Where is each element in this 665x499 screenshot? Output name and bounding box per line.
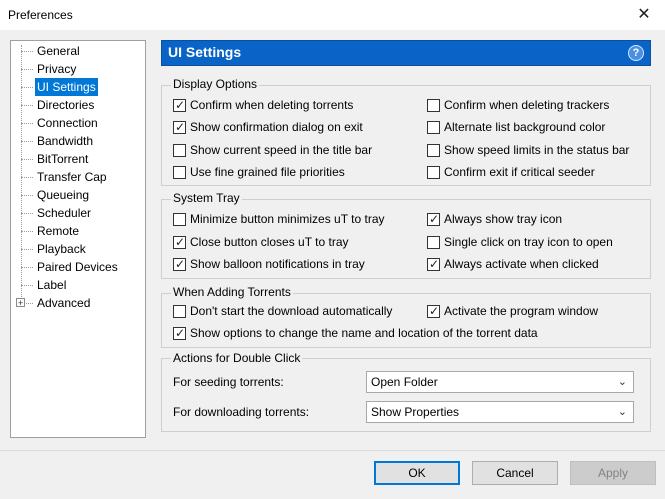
checkmark-icon: ✓ — [429, 257, 440, 271]
checkbox-box: ✓ — [173, 120, 186, 134]
checkmark-icon: ✓ — [175, 257, 186, 271]
checkbox-box: ✓ — [173, 235, 186, 249]
section-header: UI Settings ? — [161, 40, 651, 66]
checkbox-label: Confirm when deleting torrents — [190, 98, 354, 112]
checkbox-box — [173, 144, 186, 157]
checkbox-box — [173, 305, 186, 318]
dialog-footer — [0, 450, 665, 499]
checkbox-label: Show speed limits in the status bar — [444, 143, 630, 157]
checkbox-label: Confirm exit if critical seeder — [444, 165, 595, 179]
checkbox-box — [427, 144, 440, 157]
system-tray-title: System Tray — [171, 191, 242, 205]
checkbox-label: Always activate when clicked — [444, 257, 599, 271]
tree-item-label: Connection — [37, 116, 98, 130]
seeding-action-select[interactable]: Open Folder ⌄ — [366, 371, 634, 393]
help-icon[interactable]: ? — [628, 45, 644, 61]
tree-item-label: General — [37, 44, 80, 58]
checkbox-label: Close button closes uT to tray — [190, 235, 349, 249]
checkmark-icon: ✓ — [175, 235, 186, 249]
checkbox-label: Activate the program window — [444, 304, 599, 318]
checkmark-icon: ✓ — [175, 98, 186, 112]
title-bar: Preferences ✕ — [0, 0, 665, 30]
tree-connector-line — [21, 45, 22, 303]
checkbox-box — [427, 121, 440, 134]
checkbox-box: ✓ — [173, 257, 186, 271]
adding-torrents-title: When Adding Torrents — [171, 285, 293, 299]
ok-button[interactable]: OK — [374, 461, 460, 485]
checkbox-label: Alternate list background color — [444, 120, 606, 134]
double-click-title: Actions for Double Click — [171, 351, 303, 365]
checkmark-icon: ✓ — [429, 212, 440, 226]
tree-item-label: Bandwidth — [37, 134, 94, 148]
checkbox-box: ✓ — [173, 326, 186, 340]
checkbox-label: Single click on tray icon to open — [444, 235, 613, 249]
checkbox-label: Show current speed in the title bar — [190, 143, 373, 157]
tree-item-label: Remote — [37, 224, 80, 238]
checkbox-box: ✓ — [427, 257, 440, 271]
chevron-down-icon: ⌄ — [617, 406, 627, 418]
checkbox-box — [427, 236, 440, 249]
tree-item-label: UI Settings — [34, 77, 99, 97]
section-title: UI Settings — [168, 44, 242, 60]
downloading-action-select[interactable]: Show Properties ⌄ — [366, 401, 634, 423]
tree-item-label: Playback — [37, 242, 86, 256]
display-options-title: Display Options — [171, 77, 260, 91]
checkmark-icon: ✓ — [175, 120, 186, 134]
category-tree[interactable]: General Privacy UI Settings Directories … — [10, 40, 146, 438]
select-value: Show Properties — [371, 405, 460, 419]
apply-button[interactable]: Apply — [570, 461, 656, 485]
tree-item-label: Queueing — [37, 188, 90, 202]
tree-item-label: Paired Devices — [37, 260, 118, 274]
checkbox-box: ✓ — [427, 212, 440, 226]
tree-item-label: Scheduler — [37, 206, 92, 220]
checkbox-box — [173, 213, 186, 226]
seeding-torrents-label: For seeding torrents: — [173, 375, 284, 389]
checkbox-label: Always show tray icon — [444, 212, 563, 226]
checkmark-icon: ✓ — [175, 326, 186, 340]
select-value: Open Folder — [371, 375, 438, 389]
tree-item-label: Privacy — [37, 62, 77, 76]
checkbox-label: Show balloon notifications in tray — [190, 257, 365, 271]
tree-item-label: Transfer Cap — [37, 170, 107, 184]
window-title: Preferences — [8, 8, 73, 22]
checkbox-box: ✓ — [173, 98, 186, 112]
expand-plus-icon[interactable]: + — [16, 298, 25, 308]
checkbox-label: Show confirmation dialog on exit — [190, 120, 363, 134]
downloading-torrents-label: For downloading torrents: — [173, 405, 310, 419]
tree-item-label: Label — [37, 278, 67, 292]
chevron-down-icon: ⌄ — [617, 376, 627, 388]
checkbox-label: Use fine grained file priorities — [190, 165, 345, 179]
checkmark-icon: ✓ — [429, 304, 440, 318]
close-icon[interactable]: ✕ — [633, 4, 655, 26]
checkbox-label: Don't start the download automatically — [190, 304, 393, 318]
checkbox-label: Minimize button minimizes uT to tray — [190, 212, 385, 226]
checkbox-box: ✓ — [427, 304, 440, 318]
checkbox-box — [427, 99, 440, 112]
cancel-button[interactable]: Cancel — [472, 461, 558, 485]
tree-item-label: BitTorrent — [37, 152, 89, 166]
checkbox-box — [427, 166, 440, 179]
checkbox-label: Show options to change the name and loca… — [190, 326, 538, 340]
checkbox-label: Confirm when deleting trackers — [444, 98, 610, 112]
tree-item-label: Directories — [37, 98, 95, 112]
checkbox-box — [173, 166, 186, 179]
tree-item-label: Advanced — [37, 296, 91, 310]
